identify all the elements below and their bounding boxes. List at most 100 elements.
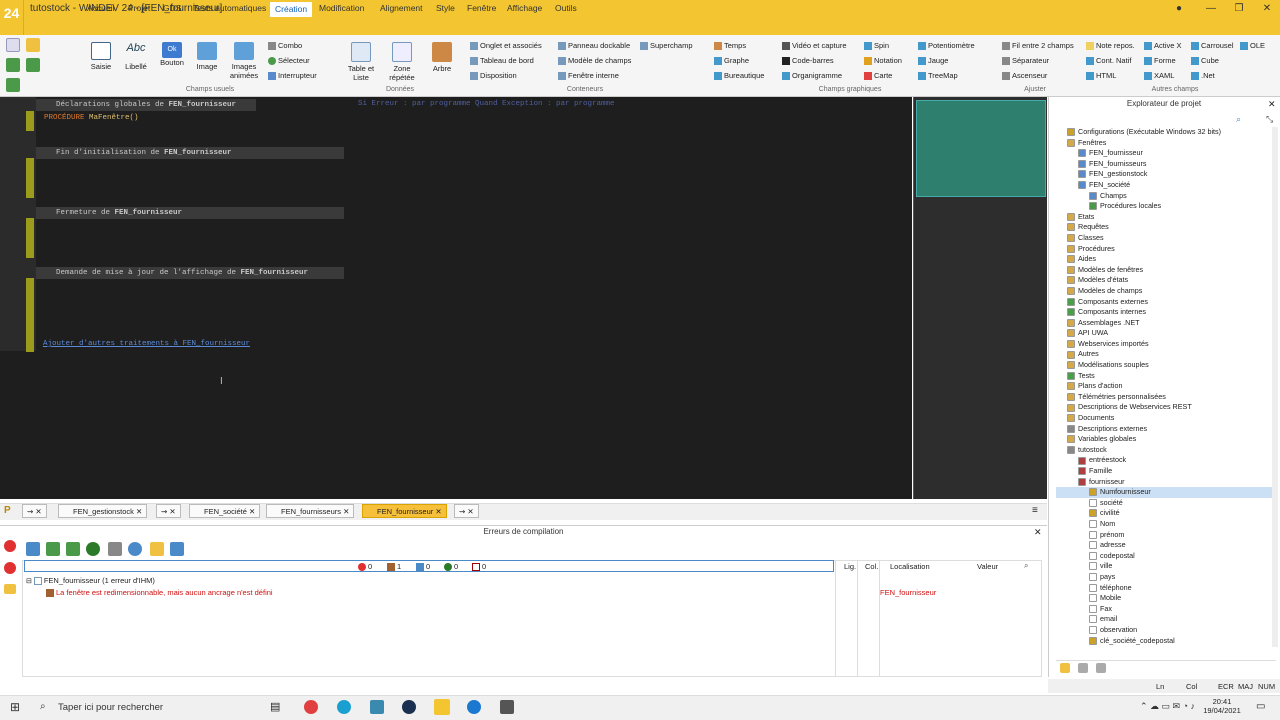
close-window-button[interactable]: ✕	[1254, 0, 1280, 18]
tree-item[interactable]: Champs	[1056, 191, 1274, 202]
count-tests[interactable]: 0	[444, 562, 458, 572]
tree-item[interactable]: prénom	[1056, 530, 1274, 541]
info-icon[interactable]	[128, 542, 142, 556]
count-warnings[interactable]: 0	[472, 562, 486, 572]
menu-tests[interactable]: Tests automatiques	[190, 3, 269, 17]
stop-icon[interactable]	[4, 562, 16, 574]
tree-item[interactable]: Famille	[1056, 466, 1274, 477]
tree-item[interactable]: civilité	[1056, 508, 1274, 519]
video-button[interactable]: Vidéo et capture	[782, 41, 847, 51]
jauge-button[interactable]: Jauge	[918, 56, 948, 66]
app-icon[interactable]	[370, 700, 384, 714]
col-col[interactable]: Col.	[865, 562, 878, 571]
filter-icon[interactable]	[86, 542, 100, 556]
cube-button[interactable]: Cube	[1191, 56, 1219, 66]
tree-item[interactable]: Fax	[1056, 604, 1274, 615]
menu-accueil[interactable]: Accueil	[84, 3, 117, 17]
panneau-dockable-button[interactable]: Panneau dockable	[558, 41, 630, 51]
error-mode-hint[interactable]: Si Erreur : par programme Quand Exceptio…	[358, 100, 615, 108]
organigramme-button[interactable]: Organigramme	[782, 71, 842, 81]
tree-item[interactable]: Etats	[1056, 212, 1274, 223]
minimap-viewport[interactable]	[916, 100, 1046, 197]
procedure-line[interactable]: PROCÉDURE MaFenêtre()	[44, 114, 139, 122]
count-ihm[interactable]: 1	[387, 562, 401, 572]
tree-item[interactable]: Procédures locales	[1056, 201, 1274, 212]
disposition-button[interactable]: Disposition	[470, 71, 517, 81]
tree-item[interactable]: Modèles de champs	[1056, 286, 1274, 297]
tree-item[interactable]: FEN_fournisseurs	[1056, 159, 1274, 170]
tree-item[interactable]: FEN_société	[1056, 180, 1274, 191]
filter-icon[interactable]	[66, 542, 80, 556]
task-view-icon[interactable]: ▤	[270, 700, 280, 713]
section-init[interactable]: Fin d'initialisation de FEN_fournisseur	[36, 147, 344, 159]
explorer-tab-icon[interactable]	[1078, 663, 1088, 673]
forme-button[interactable]: Forme	[1144, 56, 1176, 66]
interrupteur-button[interactable]: Interrupteur	[268, 71, 317, 81]
carte-button[interactable]: Carte	[864, 71, 892, 81]
chrome-icon[interactable]	[304, 700, 318, 714]
tab-fen-fournisseur[interactable]: FEN_fournisseur ✕	[362, 504, 447, 518]
tree-item[interactable]: société	[1056, 498, 1274, 509]
section-declarations[interactable]: Déclarations globales de FEN_fournisseur	[36, 99, 256, 111]
tree-item[interactable]: Composants internes	[1056, 307, 1274, 318]
tree-item[interactable]: Assemblages .NET	[1056, 318, 1274, 329]
table-button[interactable]: Table et Liste	[344, 64, 378, 82]
tree-icon[interactable]	[170, 542, 184, 556]
ole-button[interactable]: OLE	[1240, 41, 1265, 51]
fil-button[interactable]: Fil entre 2 champs	[1002, 41, 1074, 51]
folder-icon[interactable]	[4, 584, 16, 594]
tree-item[interactable]: ville	[1056, 561, 1274, 572]
carrousel-button[interactable]: Carrousel	[1191, 41, 1234, 51]
menu-fenetre[interactable]: Fenêtre	[464, 3, 499, 17]
tree-item[interactable]: Requêtes	[1056, 222, 1274, 233]
count-errors[interactable]: 0	[358, 562, 372, 572]
tab-graph[interactable]: ⇝ ✕	[454, 504, 479, 518]
col-valeur[interactable]: Valeur	[977, 562, 998, 571]
tree-item[interactable]: clé_société_codepostal	[1056, 636, 1274, 647]
dotnet-button[interactable]: .Net	[1191, 71, 1215, 81]
tree-item[interactable]: Variables globales	[1056, 434, 1274, 445]
tree-item[interactable]: Modèles d'états	[1056, 275, 1274, 286]
error-row[interactable]: La fenêtre est redimensionnable, mais au…	[46, 588, 273, 598]
windows-start-icon[interactable]: ⊞	[10, 700, 20, 714]
steam-icon[interactable]	[402, 700, 416, 714]
section-fermeture[interactable]: Fermeture de FEN_fournisseur	[36, 207, 344, 219]
taskbar-search-input[interactable]: Taper ici pour rechercher	[58, 702, 163, 713]
menu-projet[interactable]: Projet	[125, 3, 153, 17]
cont-natif-button[interactable]: Cont. Natif	[1086, 56, 1131, 66]
modele-champs-button[interactable]: Modèle de champs	[558, 56, 631, 66]
tree-item[interactable]: observation	[1056, 625, 1274, 636]
tab-fen-societe[interactable]: FEN_société ✕	[189, 504, 261, 518]
warning-filter-icon[interactable]	[108, 542, 122, 556]
tree-item[interactable]: Classes	[1056, 233, 1274, 244]
xaml-button[interactable]: XAML	[1144, 71, 1174, 81]
explorer-scrollbar[interactable]	[1272, 127, 1278, 647]
tab-graph[interactable]: ⇝ ✕	[156, 504, 181, 518]
tree-item[interactable]: API UWA	[1056, 328, 1274, 339]
menu-alignement[interactable]: Alignement	[377, 3, 426, 17]
libelle-button[interactable]: Libellé	[121, 62, 151, 71]
code-barres-button[interactable]: Code-barres	[782, 56, 834, 66]
tree-item[interactable]: Tests	[1056, 371, 1274, 382]
settings-icon[interactable]	[6, 58, 20, 72]
error-location[interactable]: FEN_fournisseur	[880, 588, 936, 597]
columns-icon[interactable]	[150, 542, 164, 556]
menu-outils[interactable]: Outils	[552, 3, 580, 17]
restore-button[interactable]: ❐	[1226, 0, 1252, 18]
bouton-button[interactable]: Bouton	[157, 58, 187, 67]
tab-graph[interactable]: ⇝ ✕	[22, 504, 47, 518]
notifications-icon[interactable]: ▭	[1256, 701, 1265, 712]
html-button[interactable]: HTML	[1086, 71, 1116, 81]
tree-item[interactable]: Webservices importés	[1056, 339, 1274, 350]
ascenseur-button[interactable]: Ascenseur	[1002, 71, 1047, 81]
menu-style[interactable]: Style	[433, 3, 458, 17]
spin-button[interactable]: Spin	[864, 41, 889, 51]
export-icon[interactable]	[26, 542, 40, 556]
tray-icons[interactable]: ⌃ ☁ ▭ ✉ ◔ ♪	[1140, 701, 1195, 712]
open-icon[interactable]	[26, 38, 41, 52]
collapse-icon[interactable]: ⤡	[1266, 114, 1273, 125]
tree-item[interactable]: Procédures	[1056, 244, 1274, 255]
tree-item[interactable]: Nom	[1056, 519, 1274, 530]
tree-item[interactable]: Composants externes	[1056, 297, 1274, 308]
app-icon[interactable]	[467, 700, 481, 714]
